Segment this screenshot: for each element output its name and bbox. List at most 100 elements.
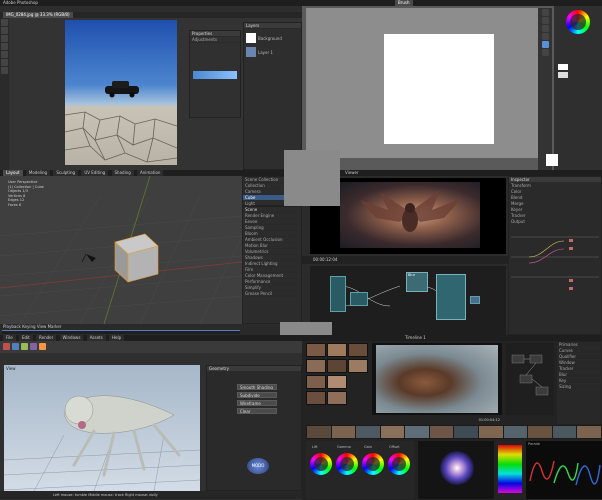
layer-swatch[interactable] <box>558 72 568 78</box>
marquee-tool-icon[interactable] <box>1 27 8 34</box>
brush-preset-icon[interactable] <box>541 25 549 32</box>
clip-thumbnail[interactable] <box>306 359 326 373</box>
node-graph[interactable]: Blur <box>310 266 506 335</box>
resolve-node-area[interactable] <box>506 343 554 415</box>
shelf-icon[interactable] <box>21 343 28 350</box>
compositor-node[interactable] <box>350 292 368 306</box>
blender-viewport[interactable]: User Perspective (1) Collection | Cube O… <box>0 176 242 324</box>
brush-preset-icon[interactable] <box>541 17 549 24</box>
shelf-icon[interactable] <box>3 343 10 350</box>
paint-canvas-area <box>306 8 538 158</box>
shelf-icon[interactable] <box>30 343 37 350</box>
shelf-icon[interactable] <box>12 343 19 350</box>
compositor-node[interactable] <box>470 296 480 304</box>
timeline-clip[interactable] <box>528 426 552 438</box>
inspector-row[interactable]: Output <box>509 219 601 225</box>
clip-thumbnail[interactable] <box>348 343 368 357</box>
brush-preset-icon[interactable] <box>541 41 549 48</box>
smooth-shading-button[interactable]: Smooth Shading <box>237 384 277 390</box>
properties-label: Adjustments <box>190 37 240 43</box>
resolve-viewer[interactable]: 01:00:04:12 <box>372 343 502 422</box>
compositor-node[interactable] <box>330 276 346 312</box>
clip-thumbnail[interactable] <box>306 343 326 357</box>
layer-name: Background <box>258 35 282 41</box>
compositor-node[interactable] <box>436 274 466 320</box>
brush-preset-icon[interactable] <box>541 49 549 56</box>
layer-swatch[interactable] <box>558 64 568 70</box>
viewer-title: Timeline 1 <box>405 335 426 340</box>
clip-thumbnail[interactable] <box>306 391 326 405</box>
lift-wheel[interactable] <box>310 453 332 475</box>
brush-strip <box>538 8 552 170</box>
vectorscope <box>418 441 494 499</box>
compositor-node[interactable]: Blur <box>406 272 428 292</box>
photo-canvas[interactable] <box>65 20 177 165</box>
viewer-label: Viewer <box>345 170 359 175</box>
creature-sculpt <box>4 395 200 491</box>
gain-wheel[interactable] <box>362 453 384 475</box>
compositor-inspector: Inspector Transform Color Blend Merge Ke… <box>508 176 602 335</box>
resolve-timeline-strip[interactable] <box>306 425 602 439</box>
timeline-clip[interactable] <box>429 426 454 438</box>
eraser-tool-icon[interactable] <box>1 59 8 66</box>
properties-row[interactable]: Grease Pencil <box>243 291 301 297</box>
clip-thumbnail[interactable] <box>327 375 347 389</box>
timeline-clip[interactable] <box>552 426 577 438</box>
resolve-window: Timeline 1 01:00:04:12 Primaries Curves <box>302 335 602 500</box>
color-panel <box>546 6 602 170</box>
timeline-clip[interactable] <box>454 426 479 438</box>
resolve-row[interactable]: Sizing <box>557 384 601 390</box>
dragon-frame <box>340 182 480 248</box>
offset-wheel[interactable] <box>388 453 410 475</box>
clip-thumbnail[interactable] <box>327 343 347 357</box>
clip-thumbnail[interactable] <box>348 359 368 373</box>
wheel-label: Lift <box>312 445 318 449</box>
timeline-clip[interactable] <box>307 426 331 438</box>
modeling-window: File Edit Render Windows Assets Help Vie… <box>0 335 302 500</box>
timeline-clip[interactable] <box>479 426 503 438</box>
gamma-wheel[interactable] <box>336 453 358 475</box>
layer-name: Layer 1 <box>258 49 273 55</box>
move-tool-icon[interactable] <box>1 19 8 26</box>
timeline-clip[interactable] <box>380 426 405 438</box>
doc-tab[interactable]: IMG_0284.jpg @ 33.3% (RGB/8) <box>3 12 73 18</box>
lasso-tool-icon[interactable] <box>1 35 8 42</box>
subdivide-button[interactable]: Subdivide <box>237 392 277 398</box>
timeline-clip[interactable] <box>577 426 601 438</box>
color-wheel[interactable] <box>566 10 590 34</box>
timecode: 00:00:12:04 <box>313 257 338 262</box>
wheel-label: Offset <box>389 445 400 449</box>
timeline-clip[interactable] <box>356 426 380 438</box>
wireframe-button[interactable]: Wireframe <box>237 400 277 406</box>
viewer-timecode: 01:00:04:12 <box>478 418 500 422</box>
gradient-swatch[interactable] <box>193 71 237 79</box>
viewport-grid <box>0 176 242 324</box>
color-wheels-panel: Lift Gamma Gain Offset <box>306 441 414 499</box>
paint-app-window: Brush <box>302 0 602 170</box>
modeling-viewport[interactable]: View <box>4 365 200 491</box>
status-line: Left mouse: tumble Middle mouse: track R… <box>53 493 158 497</box>
type-tool-icon[interactable] <box>1 67 8 74</box>
node-label: Blur <box>408 273 416 277</box>
layer-row[interactable]: Background <box>244 31 301 45</box>
timeline-label: Playback Keying View Marker <box>3 324 62 329</box>
resolve-node-wires <box>511 354 549 396</box>
clip-thumbnail[interactable] <box>306 375 326 389</box>
clear-button[interactable]: Clear <box>237 408 277 414</box>
timeline-clip[interactable] <box>503 426 528 438</box>
brush-preset-icon[interactable] <box>541 33 549 40</box>
brush-preset-icon[interactable] <box>541 9 549 16</box>
crop-tool-icon[interactable] <box>1 43 8 50</box>
shelf-icon[interactable] <box>39 343 46 350</box>
brush-tool-icon[interactable] <box>1 51 8 58</box>
timeline-track[interactable] <box>2 330 240 334</box>
color-swatch[interactable] <box>546 154 558 166</box>
clip-thumbnail[interactable] <box>327 391 347 405</box>
blank-canvas[interactable] <box>384 34 494 144</box>
paint-menu-tab[interactable]: Brush <box>395 0 413 6</box>
timeline-clip[interactable] <box>405 426 429 438</box>
timeline-clip[interactable] <box>331 426 356 438</box>
clip-thumbnail[interactable] <box>327 359 347 373</box>
layer-row[interactable]: Layer 1 <box>244 45 301 59</box>
hue-strip[interactable] <box>498 445 522 493</box>
